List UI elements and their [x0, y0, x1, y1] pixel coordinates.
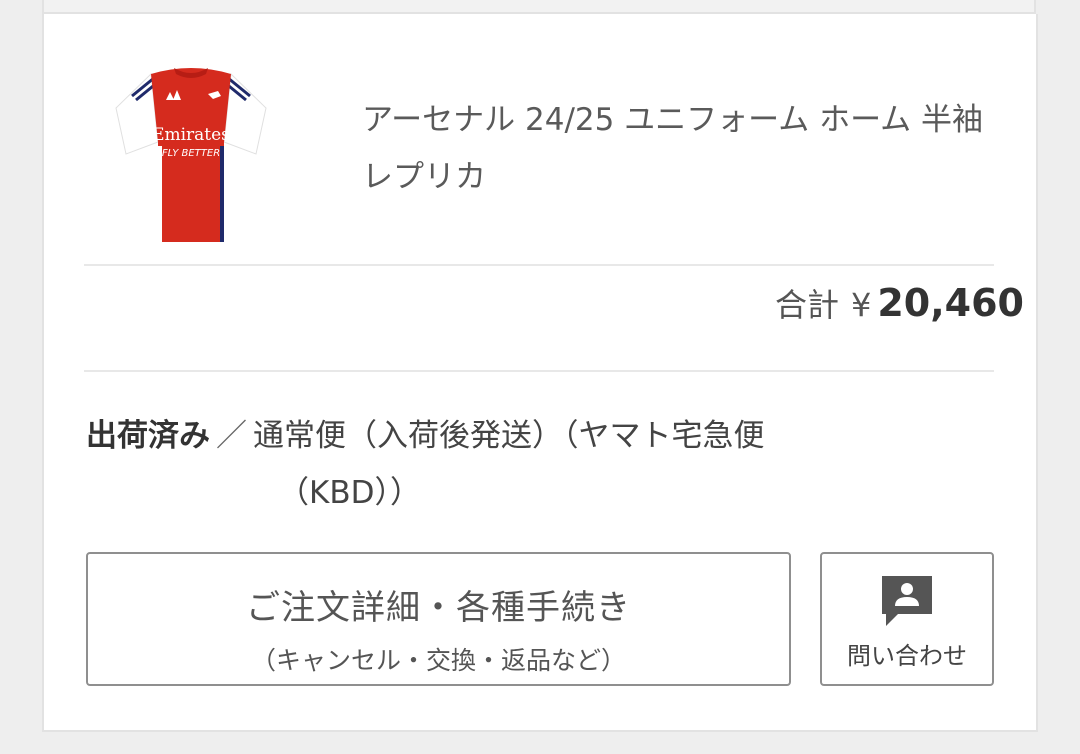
contact-person-icon: [882, 576, 932, 626]
status-separator: ／: [216, 418, 247, 454]
status-label: 出荷済み: [86, 418, 210, 454]
order-detail-label: ご注文詳細・各種手続き: [246, 588, 631, 628]
shipping-method-line2: （KBD））: [278, 475, 421, 511]
contact-label: 問い合わせ: [847, 642, 967, 670]
order-total: 合計 ¥20,460: [775, 280, 1024, 326]
shirt-sponsor-text: Emirates: [152, 125, 230, 145]
divider-top: [84, 264, 994, 266]
total-amount: 20,460: [877, 281, 1024, 325]
divider-bottom: [84, 370, 994, 372]
total-label: 合計: [774, 286, 839, 324]
product-thumbnail[interactable]: Emirates FLY BETTER: [96, 46, 286, 246]
order-detail-sublabel: （キャンセル・交換・返品など）: [250, 646, 626, 675]
previous-card-edge: [42, 0, 1036, 14]
total-currency: ¥: [851, 286, 872, 324]
order-detail-button[interactable]: ご注文詳細・各種手続き （キャンセル・交換・返品など）: [86, 552, 791, 686]
contact-button[interactable]: 問い合わせ: [820, 552, 994, 686]
product-name[interactable]: アーセナル 24/25 ユニフォーム ホーム 半袖 レプリカ: [362, 92, 1022, 206]
shipping-method-line1: 通常便（入荷後発送）（ヤマト宅急便: [253, 418, 765, 454]
product-row: Emirates FLY BETTER アーセナル 24/25 ユニフォーム ホ…: [86, 40, 996, 264]
shipping-status: 出荷済み／通常便（入荷後発送）（ヤマト宅急便 （KBD））: [86, 408, 846, 522]
shirt-slogan-text: FLY BETTER: [162, 148, 220, 159]
